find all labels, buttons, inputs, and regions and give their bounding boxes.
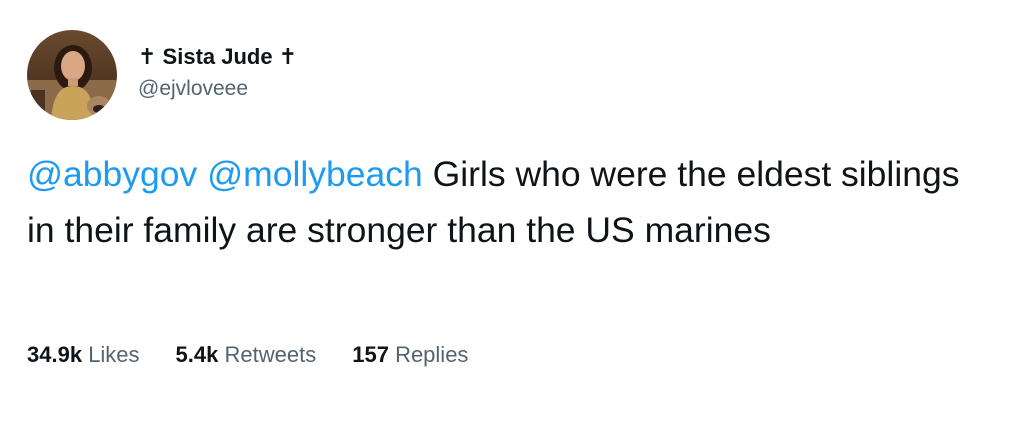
likes-label: Likes	[88, 342, 140, 367]
retweets-label: Retweets	[224, 342, 317, 367]
avatar[interactable]	[27, 30, 117, 120]
tweet-card: ✝ Sista Jude ✝ @ejvloveee @abbygov @moll…	[0, 0, 1019, 429]
tweet-stats: 34.9k Likes 5.4k Retweets 157 Replies	[27, 341, 504, 369]
replies-stat[interactable]: 157 Replies	[352, 341, 468, 369]
mention-mollybeach[interactable]: @mollybeach	[207, 154, 423, 194]
user-names: ✝ Sista Jude ✝ @ejvloveee	[138, 43, 297, 103]
tweet-text: @abbygov @mollybeach Girls who were the …	[27, 146, 987, 258]
user-handle[interactable]: @ejvloveee	[138, 75, 297, 103]
retweets-count: 5.4k	[175, 342, 219, 367]
likes-stat[interactable]: 34.9k Likes	[27, 341, 140, 369]
likes-count: 34.9k	[27, 342, 83, 367]
retweets-stat[interactable]: 5.4k Retweets	[176, 341, 317, 369]
mention-abbygov[interactable]: @abbygov	[27, 154, 197, 194]
avatar-photo	[27, 30, 117, 120]
replies-count: 157	[352, 342, 389, 367]
replies-label: Replies	[395, 342, 469, 367]
display-name[interactable]: ✝ Sista Jude ✝	[138, 43, 297, 71]
